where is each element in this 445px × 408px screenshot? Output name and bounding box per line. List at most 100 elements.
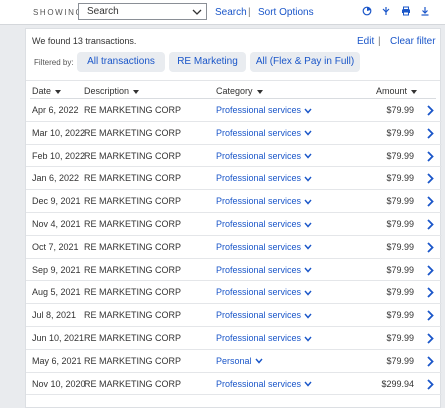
transaction-row[interactable]: Jul 8, 2021 RE MARKETING CORP Professional… <box>26 304 442 327</box>
clear-filter-link[interactable]: Clear filter <box>390 36 436 47</box>
search-dropdown-value: Search <box>87 6 119 17</box>
search-dropdown[interactable]: Search <box>78 3 207 20</box>
transaction-description: RE MARKETING CORP <box>84 105 182 115</box>
chevron-right-icon[interactable] <box>426 196 434 207</box>
category-dropdown[interactable]: Professional services <box>216 265 312 275</box>
search-link[interactable]: Search <box>215 7 247 18</box>
transaction-description: RE MARKETING CORP <box>84 332 182 343</box>
transactions-panel: We found 13 transactions. Edit | Clear f… <box>25 28 442 408</box>
category-label: Professional services <box>216 105 302 115</box>
category-dropdown[interactable]: Professional services <box>216 287 312 297</box>
chevron-down-icon <box>304 381 312 387</box>
transaction-row[interactable]: Oct 7, 2021 RE MARKETING CORP Professional… <box>26 236 442 259</box>
chevron-right-icon[interactable] <box>426 242 434 253</box>
transaction-date: May 6, 2021 <box>32 355 82 366</box>
chevron-down-icon <box>304 244 312 250</box>
category-dropdown[interactable]: Professional services <box>216 333 312 343</box>
edit-link[interactable]: Edit <box>357 36 374 47</box>
transaction-description: RE MARKETING CORP <box>84 127 182 138</box>
category-dropdown[interactable]: Personal <box>216 356 263 366</box>
transaction-amount: $79.99 <box>386 173 414 184</box>
transaction-row[interactable]: Mar 10, 2022 RE MARKETING CORP Professiona… <box>26 122 442 145</box>
category-label: Professional services <box>216 150 302 161</box>
transaction-date: Feb 10, 2022 <box>32 150 86 161</box>
chevron-right-icon[interactable] <box>426 219 434 230</box>
transaction-row[interactable]: Nov 4, 2021 RE MARKETING CORP Professional… <box>26 213 442 236</box>
transaction-description: RE MARKETING CORP <box>84 355 182 366</box>
category-header-label: Category <box>216 86 253 96</box>
category-dropdown[interactable]: Professional services <box>216 242 312 252</box>
transaction-description: RE MARKETING CORP <box>84 241 182 252</box>
transaction-description: RE MARKETING CORP <box>84 173 182 184</box>
category-dropdown[interactable]: Professional services <box>216 379 312 389</box>
split-icon[interactable] <box>381 6 391 16</box>
chevron-down-icon <box>304 336 312 342</box>
transaction-row[interactable]: Dec 9, 2021 RE MARKETING CORP Professional… <box>26 190 442 213</box>
transaction-amount: $79.99 <box>386 218 414 229</box>
category-dropdown[interactable]: Professional services <box>216 128 312 138</box>
chevron-right-icon[interactable] <box>426 264 434 276</box>
transaction-row[interactable]: Aug 5, 2021 RE MARKETING CORP Professional… <box>26 281 442 305</box>
chevron-right-icon[interactable] <box>426 333 434 344</box>
category-column-header[interactable]: Category <box>216 86 263 96</box>
category-label: Professional services <box>216 241 302 252</box>
chevron-right-icon[interactable] <box>426 173 434 185</box>
chevron-down-icon <box>304 199 312 205</box>
transaction-row[interactable]: Sep 9, 2021 RE MARKETING CORP Professional… <box>26 259 442 282</box>
transaction-date: Jul 8, 2021 <box>32 310 77 321</box>
description-column-header[interactable]: Description <box>84 86 140 96</box>
transaction-amount: $79.99 <box>386 310 414 321</box>
transaction-count-text: We found 13 transactions. <box>32 36 137 46</box>
transaction-amount: $79.99 <box>386 332 414 343</box>
chevron-down-icon <box>304 153 312 159</box>
date-header-label: Date <box>32 86 52 96</box>
chevron-right-icon[interactable] <box>426 356 434 367</box>
download-icon[interactable] <box>420 6 430 16</box>
chevron-right-icon[interactable] <box>426 378 434 390</box>
category-dropdown[interactable]: Professional services <box>216 173 312 183</box>
chevron-down-icon <box>304 222 312 228</box>
category-label: Professional services <box>216 196 302 207</box>
print-icon[interactable] <box>401 6 411 16</box>
category-dropdown[interactable]: Professional services <box>216 105 312 115</box>
edit-separator: | <box>378 36 381 47</box>
filter-chip-re-marketing[interactable]: RE Marketing <box>169 52 246 72</box>
chevron-right-icon[interactable] <box>426 310 434 321</box>
chevron-right-icon[interactable] <box>426 128 434 139</box>
amount-column-header[interactable]: Amount <box>376 86 418 96</box>
transaction-row[interactable]: Nov 10, 2020 RE MARKETING CORP Professiona… <box>26 373 442 396</box>
transaction-amount: $79.99 <box>386 105 414 115</box>
transaction-row[interactable]: Jan 6, 2022 RE MARKETING CORP Professional… <box>26 167 442 191</box>
filter-chip-all-transactions[interactable]: All transactions <box>77 52 165 72</box>
filtered-by-label: Filtered by: <box>34 58 74 67</box>
sort-caret-icon <box>256 89 263 94</box>
transaction-row[interactable]: Jun 10, 2021 RE MARKETING CORP Professiona… <box>26 327 442 350</box>
category-label: Personal <box>216 355 252 366</box>
transaction-date: Mar 10, 2022 <box>32 127 86 138</box>
transaction-row[interactable]: Apr 6, 2022 RE MARKETING CORP Professional… <box>26 99 442 122</box>
category-dropdown[interactable]: Professional services <box>216 310 312 320</box>
chevron-down-icon <box>254 358 263 364</box>
amount-header-label: Amount <box>376 86 408 96</box>
chevron-right-icon[interactable] <box>426 105 434 116</box>
transaction-description: RE MARKETING CORP <box>84 196 182 207</box>
filter-chip-flex-pay[interactable]: All (Flex & Pay in Full) <box>250 52 360 72</box>
category-dropdown[interactable]: Professional services <box>216 151 312 161</box>
category-dropdown[interactable]: Professional services <box>216 196 312 206</box>
transaction-date: Apr 6, 2022 <box>32 105 79 115</box>
category-label: Professional services <box>216 218 302 229</box>
chart-icon[interactable] <box>362 6 372 16</box>
sort-options-link[interactable]: Sort Options <box>258 7 314 18</box>
transaction-amount: $79.99 <box>386 355 414 366</box>
transaction-row[interactable]: Feb 10, 2022 RE MARKETING CORP Professiona… <box>26 145 442 168</box>
transaction-description: RE MARKETING CORP <box>84 218 182 229</box>
chevron-right-icon[interactable] <box>426 287 434 299</box>
top-toolbar: SHOWING Search Search | Sort Options <box>0 0 445 25</box>
category-dropdown[interactable]: Professional services <box>216 219 312 229</box>
transaction-row[interactable]: May 6, 2021 RE MARKETING CORP Personal $79.… <box>26 350 442 373</box>
transaction-amount: $79.99 <box>386 150 414 161</box>
toolbar-separator: | <box>248 7 251 18</box>
category-label: Professional services <box>216 264 302 275</box>
chevron-right-icon[interactable] <box>426 150 434 162</box>
date-column-header[interactable]: Date <box>32 86 62 96</box>
